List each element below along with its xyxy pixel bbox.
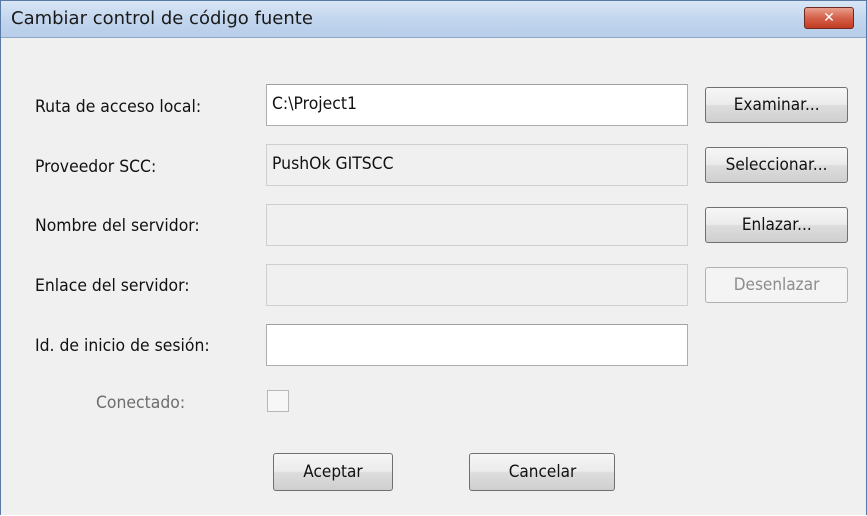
- close-icon: ✕: [823, 10, 835, 26]
- connected-label: Conectado:: [96, 393, 186, 413]
- local-path-input[interactable]: C:\Project1: [266, 84, 688, 126]
- connected-checkbox[interactable]: [267, 390, 289, 412]
- bind-button[interactable]: Enlazar...: [705, 207, 848, 243]
- select-provider-button[interactable]: Seleccionar...: [705, 147, 848, 183]
- server-link-field: [266, 264, 688, 306]
- local-path-value: C:\Project1: [272, 94, 357, 114]
- change-source-control-dialog: Cambiar control de código fuente ✕ Ruta …: [0, 0, 867, 515]
- browse-button[interactable]: Examinar...: [705, 87, 848, 123]
- ok-button[interactable]: Aceptar: [273, 453, 393, 491]
- cancel-button[interactable]: Cancelar: [469, 453, 615, 491]
- close-button[interactable]: ✕: [804, 7, 854, 29]
- server-link-label: Enlace del servidor:: [35, 276, 190, 296]
- scc-provider-value: PushOk GITSCC: [272, 154, 394, 174]
- server-name-label: Nombre del servidor:: [35, 216, 200, 236]
- scc-provider-label: Proveedor SCC:: [35, 157, 157, 177]
- server-name-field: [266, 204, 688, 246]
- dialog-title: Cambiar control de código fuente: [11, 8, 313, 29]
- local-path-label: Ruta de acceso local:: [35, 97, 202, 117]
- login-id-label: Id. de inicio de sesión:: [35, 336, 210, 356]
- login-id-input[interactable]: [266, 324, 688, 366]
- scc-provider-field: PushOk GITSCC: [266, 144, 688, 186]
- unbind-button[interactable]: Desenlazar: [705, 267, 848, 303]
- dialog-content: Ruta de acceso local: C:\Project1 Examin…: [1, 38, 866, 515]
- title-bar: Cambiar control de código fuente ✕: [1, 1, 866, 38]
